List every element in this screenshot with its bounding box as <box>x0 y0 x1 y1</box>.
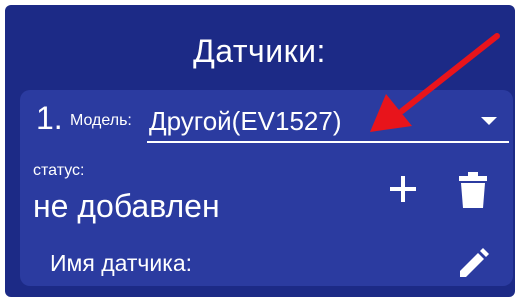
screen: Датчики: 1. Модель: Другой(EV1527) стату… <box>0 0 519 302</box>
edit-name-button[interactable] <box>456 245 492 281</box>
sensor-index: 1. <box>36 100 63 136</box>
sensor-name-label: Имя датчика: <box>50 250 193 276</box>
status-value: не добавлен <box>33 188 220 224</box>
delete-sensor-button[interactable] <box>459 172 487 208</box>
model-select[interactable]: Другой(EV1527) <box>147 100 509 143</box>
status-label: статус: <box>33 162 85 179</box>
model-label: Модель: <box>70 112 132 129</box>
model-select-value: Другой(EV1527) <box>149 106 342 136</box>
trash-icon <box>459 172 487 208</box>
page-title: Датчики: <box>193 33 326 69</box>
add-sensor-button[interactable] <box>386 173 420 207</box>
pencil-icon <box>460 248 489 277</box>
chevron-down-icon[interactable] <box>481 117 497 125</box>
